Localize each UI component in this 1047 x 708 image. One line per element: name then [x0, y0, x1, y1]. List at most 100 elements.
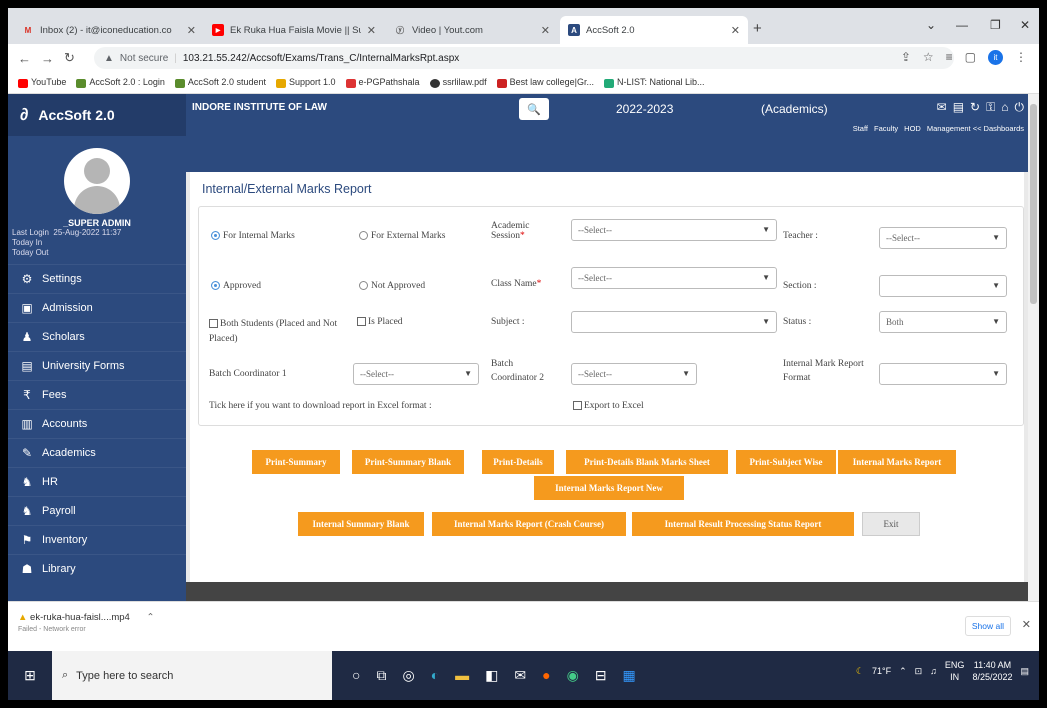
tab-video[interactable]: ⓨ Video | Yout.com ✕ — [386, 16, 558, 44]
app-icon[interactable]: ◎ — [402, 667, 414, 684]
sidebar-item-library[interactable]: ☗ Library — [8, 554, 186, 583]
chevron-up-icon[interactable]: ⌃ — [146, 612, 154, 623]
internal-summary-blank-button[interactable]: Internal Summary Blank — [298, 512, 424, 536]
bookmark-accsoft-login[interactable]: AccSoft 2.0 : Login — [76, 77, 165, 88]
key-icon[interactable]: ⚿ — [986, 100, 995, 115]
share-icon[interactable]: ⇪ — [901, 50, 911, 65]
checkbox-export-excel[interactable]: Export to Excel — [573, 401, 644, 411]
close-icon[interactable]: ✕ — [731, 24, 740, 37]
cortana-icon[interactable]: ○ — [352, 667, 360, 684]
edge-icon[interactable]: ◐ — [431, 667, 439, 684]
sidepanel-icon[interactable]: ▢ — [965, 50, 976, 65]
print-details-blank-button[interactable]: Print-Details Blank Marks Sheet — [566, 450, 728, 474]
page-scrollbar[interactable] — [1028, 94, 1039, 601]
download-item[interactable]: ▲ ek-ruka-hua-faisl....mp4 ⌃ Failed - Ne… — [18, 612, 154, 633]
clock[interactable]: 11:40 AM 8/25/2022 — [972, 659, 1012, 683]
word-icon[interactable]: ▦ — [623, 667, 636, 684]
imr-format-select[interactable]: ▼ — [879, 363, 1007, 385]
internal-marks-crash-button[interactable]: Internal Marks Report (Crash Course) — [432, 512, 626, 536]
network-icon[interactable]: ⊡ — [915, 666, 923, 677]
close-icon[interactable]: ✕ — [367, 24, 376, 37]
radio-internal[interactable]: For Internal Marks — [211, 231, 295, 241]
link-staff[interactable]: Staff — [853, 124, 868, 133]
close-window-button[interactable]: ✕ — [1020, 18, 1030, 32]
explorer-icon[interactable]: ▬ — [455, 667, 469, 684]
sidebar-item-accounts[interactable]: ▥ Accounts — [8, 409, 186, 438]
card-icon[interactable]: ▤ — [953, 100, 964, 115]
teacher-select[interactable]: --Select-- ▼ — [879, 227, 1007, 249]
star-icon[interactable]: ☆ — [923, 50, 934, 65]
task-view-icon[interactable]: ⧉ — [376, 667, 386, 684]
sidebar-item-settings[interactable]: ⚙ Settings — [8, 264, 186, 293]
close-icon[interactable]: ✕ — [541, 24, 550, 37]
sidebar-item-payroll[interactable]: ♞ Payroll — [8, 496, 186, 525]
tab-youtube[interactable]: ▶ Ek Ruka Hua Faisla Movie || Subt ✕ — [204, 16, 384, 44]
batch-coordinator-1-select[interactable]: --Select-- ▼ — [353, 363, 479, 385]
radio-not-approved[interactable]: Not Approved — [359, 281, 425, 291]
sidebar-item-university-forms[interactable]: ▤ University Forms — [8, 351, 186, 380]
bookmark-ssrlilaw[interactable]: ssrlilaw.pdf — [429, 77, 487, 88]
notification-icon[interactable]: ▤ — [1020, 666, 1029, 677]
close-icon[interactable]: ✕ — [1022, 618, 1031, 631]
mail-icon[interactable]: ✉ — [514, 667, 526, 684]
lang-indicator[interactable]: ENG IN — [945, 659, 965, 683]
firefox-icon[interactable]: ● — [542, 667, 550, 684]
section-select[interactable]: ▼ — [879, 275, 1007, 297]
tab-gmail[interactable]: M Inbox (2) - it@iconeducation.co ✕ — [14, 16, 204, 44]
internal-result-status-button[interactable]: Internal Result Processing Status Report — [632, 512, 854, 536]
restore-button[interactable]: ❐ — [990, 18, 1001, 32]
back-icon[interactable]: ← — [18, 51, 31, 66]
sidebar-item-scholars[interactable]: ♟ Scholars — [8, 322, 186, 351]
weather-icon[interactable]: ☾ — [856, 666, 864, 677]
link-management[interactable]: Management << Dashboards — [927, 124, 1024, 133]
store-icon[interactable]: ◧ — [485, 667, 498, 684]
print-summary-blank-button[interactable]: Print-Summary Blank — [352, 450, 464, 474]
menu-icon[interactable]: ⋮ — [1015, 50, 1027, 65]
home-icon[interactable]: ⌂ — [1001, 100, 1008, 115]
internal-marks-report-button[interactable]: Internal Marks Report — [838, 450, 956, 474]
bookmark-support[interactable]: Support 1.0 — [275, 77, 336, 88]
sidebar-item-academics[interactable]: ✎ Academics — [8, 438, 186, 467]
subject-select[interactable]: ▼ — [571, 311, 777, 333]
sidebar-item-hr[interactable]: ♞ HR — [8, 467, 186, 496]
minimize-button[interactable]: — — [956, 18, 968, 32]
sidebar-item-admission[interactable]: ▣ Admission — [8, 293, 186, 322]
batch-coordinator-2-select[interactable]: --Select-- ▼ — [571, 363, 697, 385]
radio-external[interactable]: For External Marks — [359, 231, 445, 241]
profile-avatar[interactable]: it — [988, 50, 1003, 65]
print-summary-button[interactable]: Print-Summary — [252, 450, 340, 474]
checkbox-is-placed[interactable]: Is Placed — [357, 317, 403, 327]
print-subject-wise-button[interactable]: Print-Subject Wise — [736, 450, 836, 474]
bookmark-epgpathshala[interactable]: e-PGPathshala — [345, 77, 420, 88]
windows-start-icon[interactable]: ⊞ — [8, 667, 52, 684]
new-tab-button[interactable]: + — [753, 20, 762, 37]
url-bar[interactable]: ▲ Not secure | 103.21.55.242/Accsoft/Exa… — [94, 47, 954, 69]
status-select[interactable]: Both ▼ — [879, 311, 1007, 333]
academic-session-select[interactable]: --Select-- ▼ — [571, 219, 777, 241]
show-all-button[interactable]: Show all — [964, 616, 1011, 636]
forward-icon[interactable]: → — [41, 51, 54, 66]
print-details-button[interactable]: Print-Details — [482, 450, 554, 474]
class-name-select[interactable]: --Select-- ▼ — [571, 267, 777, 289]
bookmark-accsoft-student[interactable]: AccSoft 2.0 student — [174, 77, 266, 88]
chevron-down-icon[interactable]: ⌄ — [926, 18, 936, 32]
taskbar-search[interactable]: ⌕ Type here to search — [52, 651, 332, 700]
link-hod[interactable]: HOD — [904, 124, 921, 133]
reading-list-icon[interactable]: ≡ — [946, 50, 953, 65]
chrome-icon[interactable]: ◉ — [567, 667, 579, 684]
bookmark-nlist[interactable]: N-LIST: National Lib... — [603, 77, 705, 88]
search-icon[interactable]: 🔍 — [519, 98, 549, 120]
close-icon[interactable]: ✕ — [187, 24, 196, 37]
bookmark-youtube[interactable]: YouTube — [18, 77, 66, 88]
sidebar-item-inventory[interactable]: ⚑ Inventory — [8, 525, 186, 554]
bookmark-best-law[interactable]: Best law college|Gr... — [496, 77, 594, 88]
power-icon[interactable]: ⏻ — [1015, 100, 1025, 115]
internal-marks-report-new-button[interactable]: Internal Marks Report New — [534, 476, 684, 500]
mail-icon[interactable]: ✉ — [937, 100, 947, 115]
app-icon[interactable]: ⊟ — [595, 667, 607, 684]
refresh-icon[interactable]: ↻ — [970, 100, 980, 115]
chevron-up-icon[interactable]: ⌃ — [899, 666, 907, 677]
tab-accsoft[interactable]: A AccSoft 2.0 ✕ — [560, 16, 748, 44]
checkbox-both-students[interactable]: Both Students (Placed and Not Placed) — [209, 317, 359, 347]
brand[interactable]: ∂ AccSoft 2.0 — [8, 94, 186, 136]
